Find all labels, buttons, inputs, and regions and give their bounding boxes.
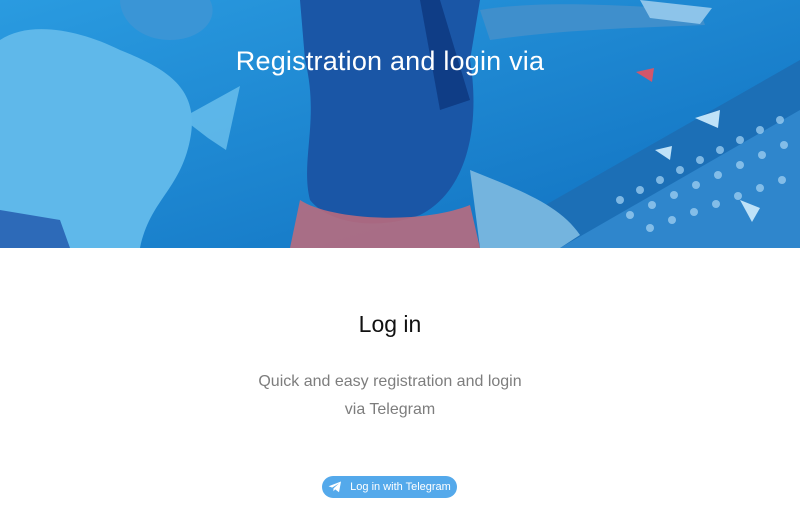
login-description: Quick and easy registration and login vi… xyxy=(0,368,780,424)
page: Registration and login via Log in Quick … xyxy=(0,0,800,530)
login-description-line-2: via Telegram xyxy=(344,401,436,418)
hero-title: Registration and login via xyxy=(235,46,545,76)
login-with-telegram-button[interactable]: Log in with Telegram xyxy=(322,476,457,498)
login-panel: Log in Quick and easy registration and l… xyxy=(0,248,800,530)
hero-banner: Registration and login via xyxy=(0,0,800,248)
login-heading: Log in xyxy=(358,311,422,337)
telegram-paper-plane-icon xyxy=(328,481,342,493)
login-description-line-1: Quick and easy registration and login xyxy=(258,373,522,390)
hero-illustration xyxy=(0,0,800,248)
login-with-telegram-label: Log in with Telegram xyxy=(350,481,451,493)
